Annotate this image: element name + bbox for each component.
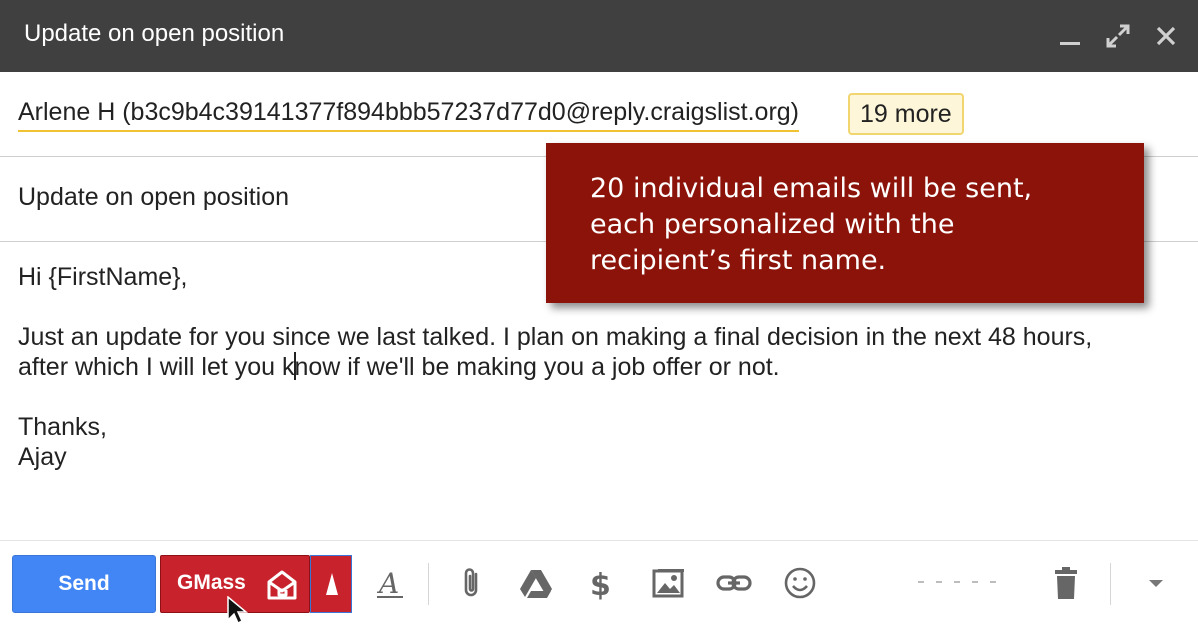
attach-icon[interactable] bbox=[454, 565, 490, 601]
body-line-1: Just an update for you since we last tal… bbox=[18, 323, 1093, 351]
caret-up-icon bbox=[326, 573, 338, 595]
gmass-logo-icon bbox=[265, 568, 299, 607]
minimize-icon[interactable] bbox=[1052, 18, 1088, 54]
mouse-pointer-icon bbox=[226, 595, 250, 629]
recipient-chip[interactable]: Arlene H (b3c9b4c39141377f894bbb57237d77… bbox=[18, 98, 799, 132]
callout-line-3: recipient’s first name. bbox=[590, 245, 887, 276]
faded-indicator bbox=[918, 581, 1008, 583]
body-line-2-start: after which I will let you k bbox=[18, 353, 295, 381]
compose-toolbar: Send GMass A $ bbox=[0, 540, 1198, 625]
body-signoff: Thanks, bbox=[18, 413, 107, 441]
annotation-callout: 20 individual emails will be sent, each … bbox=[546, 143, 1144, 303]
callout-line-1: 20 individual emails will be sent, bbox=[590, 173, 1033, 204]
drive-icon[interactable] bbox=[518, 565, 554, 601]
toolbar-separator bbox=[428, 563, 429, 605]
expand-icon[interactable] bbox=[1100, 18, 1136, 54]
emoji-icon[interactable] bbox=[782, 565, 818, 601]
close-icon[interactable] bbox=[1148, 18, 1184, 54]
compose-window: Update on open position Arlene H (b3c9b4… bbox=[0, 0, 1198, 625]
trash-icon[interactable] bbox=[1048, 565, 1084, 601]
subject-field[interactable]: Update on open position bbox=[18, 183, 289, 212]
link-icon[interactable] bbox=[716, 565, 752, 601]
formatting-icon[interactable]: A bbox=[372, 565, 408, 601]
svg-text:$: $ bbox=[590, 568, 611, 601]
body-line-2: after which I will let you know if we'll… bbox=[18, 352, 1178, 382]
compose-title: Update on open position bbox=[24, 20, 285, 47]
money-icon[interactable]: $ bbox=[584, 565, 620, 601]
photo-icon[interactable] bbox=[650, 565, 686, 601]
more-options-icon[interactable] bbox=[1138, 565, 1174, 601]
callout-line-2: each personalized with the bbox=[590, 209, 955, 240]
svg-text:A: A bbox=[376, 567, 399, 600]
toolbar-separator bbox=[1110, 563, 1111, 605]
send-button[interactable]: Send bbox=[12, 555, 156, 613]
body-signature: Ajay bbox=[18, 443, 67, 471]
compose-titlebar[interactable]: Update on open position bbox=[0, 0, 1198, 72]
gmass-settings-button[interactable] bbox=[310, 555, 352, 613]
body-line-2-end: now if we'll be making you a job offer o… bbox=[294, 353, 780, 381]
more-recipients-chip[interactable]: 19 more bbox=[848, 93, 964, 135]
gmass-label: GMass bbox=[177, 571, 246, 594]
